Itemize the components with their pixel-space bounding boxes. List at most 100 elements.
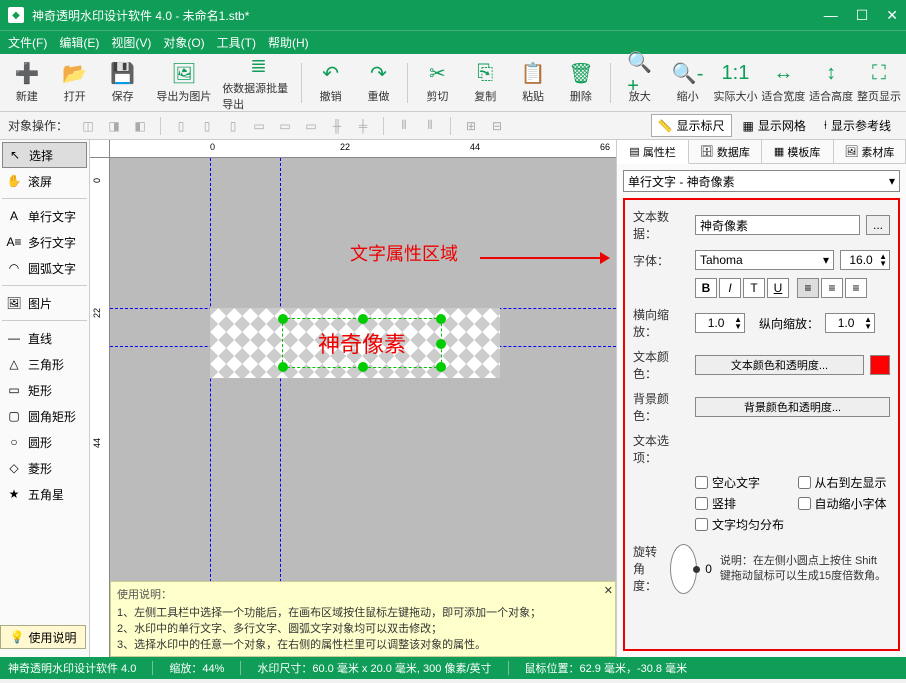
menu-item[interactable]: 对象(O) (163, 34, 204, 51)
toolbar-实际大小[interactable]: 1:1实际大小 (713, 57, 759, 109)
toolbar-新建[interactable]: ➕新建 (4, 57, 50, 109)
view-option-显示参考线[interactable]: ⍿显示参考线 (817, 114, 898, 137)
toolbar-导出为图片[interactable]: 🖼导出为图片 (148, 57, 221, 109)
tool-图片[interactable]: 🖼图片 (2, 290, 87, 316)
tool-圆弧文字[interactable]: ◠圆弧文字 (2, 255, 87, 281)
toolbar-依数据源批量导出[interactable]: ≣依数据源批量导出 (222, 57, 295, 109)
group-icon[interactable]: ⊞ (461, 116, 481, 136)
canvas[interactable]: 神奇像素 文字属性区域 使用说明： 1、左侧工具栏中选择一个功能后，在画布区域按… (110, 158, 616, 657)
font-select[interactable]: Tahoma ▾ (695, 250, 834, 270)
tool-直线[interactable]: —直线 (2, 325, 87, 351)
checkbox-文字均匀分布[interactable]: 文字均匀分布 (695, 516, 788, 533)
tool-五角星[interactable]: ★五角星 (2, 481, 87, 507)
toolbar-放大[interactable]: 🔍+放大 (617, 57, 663, 109)
toolbar-删除[interactable]: 🗑删除 (558, 57, 604, 109)
usage-button[interactable]: 💡 使用说明 (0, 625, 86, 649)
strike-button[interactable]: T (743, 278, 765, 298)
text-color-swatch[interactable] (870, 355, 890, 375)
toolbar-打开[interactable]: 📂打开 (52, 57, 98, 109)
toolbar-粘贴[interactable]: 📋粘贴 (510, 57, 556, 109)
layer-icon[interactable]: ◧ (130, 116, 150, 136)
tool-菱形[interactable]: ◇菱形 (2, 455, 87, 481)
menu-item[interactable]: 工具(T) (217, 34, 256, 51)
align-icon[interactable]: ▯ (223, 116, 243, 136)
resize-handle[interactable] (358, 362, 368, 372)
resize-handle[interactable] (436, 362, 446, 372)
view-option-显示网格[interactable]: ▦显示网格 (736, 114, 813, 137)
tab-icon: ▤ (629, 145, 639, 158)
tool-圆形[interactable]: ○圆形 (2, 429, 87, 455)
menu-item[interactable]: 文件(F) (8, 34, 47, 51)
tool-icon: ↔ (771, 62, 795, 86)
tab-模板库[interactable]: ▦模板库 (762, 140, 834, 163)
toolbar-适合高度[interactable]: ↕适合高度 (808, 57, 854, 109)
menu-item[interactable]: 编辑(E) (59, 34, 99, 51)
toolbar-复制[interactable]: ⎘复制 (462, 57, 508, 109)
object-selector[interactable]: 单行文字 - 神奇像素 ▾ (623, 170, 900, 192)
vscale-spinner[interactable]: 1.0▲▼ (825, 313, 875, 333)
align-icon[interactable]: ▭ (249, 116, 269, 136)
tool-滚屏[interactable]: ✋滚屏 (2, 168, 87, 194)
toolbar-保存[interactable]: 💾保存 (100, 57, 146, 109)
font-size-spinner[interactable]: 16.0 ▲▼ (840, 250, 890, 270)
align-icon[interactable]: ▯ (171, 116, 191, 136)
toolbar-适合宽度[interactable]: ↔适合宽度 (760, 57, 806, 109)
group-icon[interactable]: ⊟ (487, 116, 507, 136)
resize-handle[interactable] (436, 339, 446, 349)
resize-handle[interactable] (278, 314, 288, 324)
resize-handle[interactable] (278, 362, 288, 372)
align-icon[interactable]: ╪ (353, 116, 373, 136)
checkbox-从右到左显示[interactable]: 从右到左显示 (798, 474, 891, 491)
tool-圆角矩形[interactable]: ▢圆角矩形 (2, 403, 87, 429)
layer-icon[interactable]: ◫ (78, 116, 98, 136)
toolbar-剪切[interactable]: ✂剪切 (414, 57, 460, 109)
toolbar-缩小[interactable]: 🔍-缩小 (665, 57, 711, 109)
menu-item[interactable]: 帮助(H) (268, 34, 309, 51)
text-options-label: 文本选项： (633, 432, 689, 466)
tab-数据库[interactable]: 🗄数据库 (689, 140, 761, 163)
tool-多行文字[interactable]: A≡多行文字 (2, 229, 87, 255)
close-button[interactable]: ✕ (886, 7, 898, 24)
layer-icon[interactable]: ◨ (104, 116, 124, 136)
resize-handle[interactable] (436, 314, 446, 324)
align-icon[interactable]: ▭ (301, 116, 321, 136)
checkbox-空心文字[interactable]: 空心文字 (695, 474, 788, 491)
underline-button[interactable]: U (767, 278, 789, 298)
maximize-button[interactable]: ☐ (856, 7, 869, 24)
resize-handle[interactable] (358, 314, 368, 324)
tool-矩形[interactable]: ▭矩形 (2, 377, 87, 403)
bg-color-button[interactable]: 背景颜色和透明度... (695, 397, 890, 417)
tab-属性栏[interactable]: ▤属性栏 (617, 140, 689, 164)
checkbox-自动缩小字体[interactable]: 自动缩小字体 (798, 495, 891, 512)
text-selection[interactable]: 神奇像素 (282, 318, 442, 368)
align-icon[interactable]: ▭ (275, 116, 295, 136)
text-data-more-button[interactable]: ... (866, 215, 890, 235)
distribute-icon[interactable]: ⫴ (420, 116, 440, 136)
view-option-显示标尺[interactable]: 📏显示标尺 (651, 114, 732, 137)
toolbar-整页显示[interactable]: ⛶整页显示 (856, 57, 902, 109)
toolbar-重做[interactable]: ↷重做 (356, 57, 402, 109)
tool-选择[interactable]: ↖选择 (2, 142, 87, 168)
tool-单行文字[interactable]: A单行文字 (2, 203, 87, 229)
object-ops-label: 对象操作： (8, 117, 68, 134)
rotate-dial[interactable] (670, 544, 697, 594)
usage-close-icon[interactable]: ✕ (604, 584, 613, 597)
tab-素材库[interactable]: 🖼素材库 (834, 140, 906, 163)
bold-button[interactable]: B (695, 278, 717, 298)
text-data-input[interactable] (695, 215, 860, 235)
italic-button[interactable]: I (719, 278, 741, 298)
distribute-icon[interactable]: ⫴ (394, 116, 414, 136)
toolbar-撤销[interactable]: ↶撤销 (308, 57, 354, 109)
align-left-button[interactable]: ≡ (797, 278, 819, 298)
hscale-spinner[interactable]: 1.0▲▼ (695, 313, 745, 333)
tab-icon: 🖼 (844, 145, 858, 158)
text-color-button[interactable]: 文本颜色和透明度... (695, 355, 864, 375)
checkbox-竖排[interactable]: 竖排 (695, 495, 788, 512)
align-center-button[interactable]: ≡ (821, 278, 843, 298)
menu-item[interactable]: 视图(V) (111, 34, 151, 51)
align-right-button[interactable]: ≡ (845, 278, 867, 298)
align-icon[interactable]: ▯ (197, 116, 217, 136)
align-icon[interactable]: ╫ (327, 116, 347, 136)
minimize-button[interactable]: — (824, 7, 838, 24)
tool-三角形[interactable]: △三角形 (2, 351, 87, 377)
